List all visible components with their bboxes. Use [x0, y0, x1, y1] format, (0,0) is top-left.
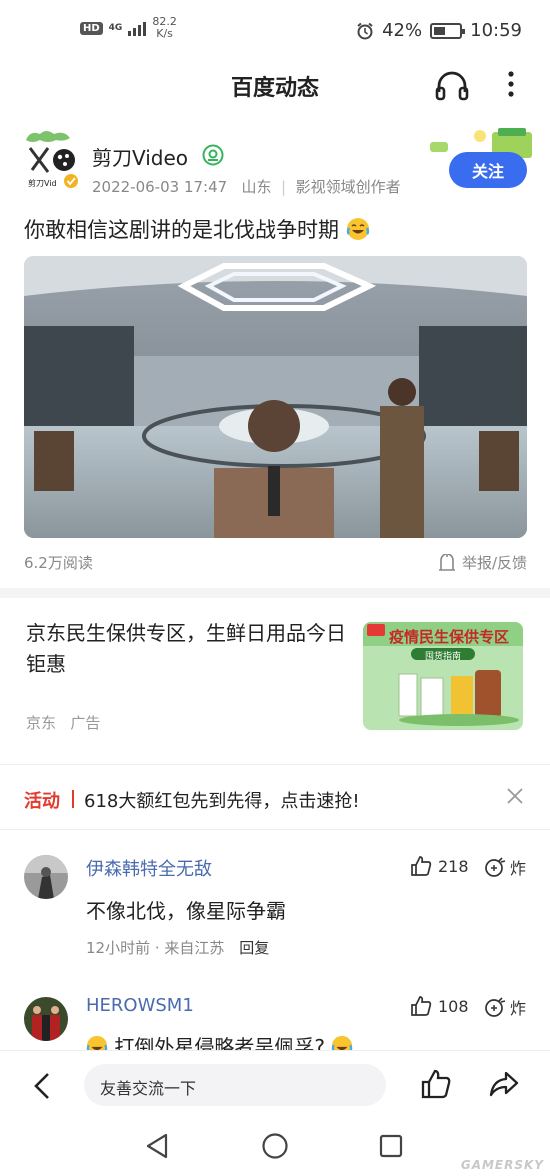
thumbs-up-icon[interactable]	[420, 1068, 452, 1100]
ad-text[interactable]: 京东民生保供专区，生鲜日用品今日钜惠	[26, 618, 346, 680]
system-nav-bar: GAMERSKY	[0, 1120, 550, 1176]
zha-label: 炸	[510, 999, 527, 1018]
network-speed: 82.2 K/s	[152, 16, 177, 40]
share-icon[interactable]	[488, 1068, 520, 1100]
nav-back-icon[interactable]	[144, 1132, 170, 1160]
app-header: 百度动态	[0, 62, 550, 118]
zha-label: 炸	[510, 859, 527, 878]
laughing-crying-emoji-icon	[346, 218, 369, 240]
post-title: 你敢相信这剧讲的是北伐战争时期	[24, 214, 370, 244]
commenter-avatar[interactable]	[24, 997, 68, 1041]
bomb-icon	[485, 997, 506, 1017]
comment-like-button[interactable]: 108	[410, 995, 469, 1017]
comment-location: 来自江苏	[164, 939, 225, 957]
close-icon[interactable]	[506, 787, 524, 805]
watermark: GAMERSKY	[460, 1158, 544, 1172]
bomb-icon	[485, 857, 506, 877]
comment-zha-button[interactable]: 炸	[484, 855, 526, 879]
author-meta: 2022-06-03 17:47 山东 | 影视领域创作者	[92, 176, 401, 197]
speed-unit: K/s	[156, 27, 173, 40]
alarm-icon	[357, 22, 373, 39]
nav-recents-icon[interactable]	[378, 1132, 404, 1160]
signal-icon	[128, 20, 147, 36]
reply-button[interactable]: 回复	[239, 939, 269, 957]
headphones-icon[interactable]	[434, 70, 470, 102]
nav-home-icon[interactable]	[261, 1132, 289, 1160]
comment-like-button[interactable]: 218	[410, 855, 469, 877]
network-type: 4G	[108, 22, 123, 33]
post-title-text: 你敢相信这剧讲的是北伐战争时期	[24, 218, 339, 242]
video-player[interactable]	[24, 256, 527, 538]
ad-image[interactable]: 疫情民生保供专区 囤货指南	[363, 622, 523, 730]
bottom-action-bar: 友善交流一下	[0, 1050, 550, 1120]
report-label: 举报/反馈	[461, 554, 527, 572]
report-icon	[438, 553, 455, 571]
status-right: 42% 10:59	[356, 20, 522, 41]
read-count: 6.2万阅读	[24, 554, 93, 572]
section-divider	[0, 588, 550, 598]
follow-button[interactable]: 关注	[449, 152, 527, 188]
like-count: 218	[438, 856, 469, 876]
post-date: 2022-06-03 17:47	[92, 178, 228, 196]
thumbs-up-icon	[411, 856, 432, 876]
status-left: HD 4G 82.2 K/s	[80, 16, 177, 40]
thumbs-up-icon	[411, 996, 432, 1016]
author-avatar[interactable]: 剪刀Vid	[20, 128, 82, 190]
svg-text:剪刀Vid: 剪刀Vid	[28, 178, 57, 188]
ad-tag: 广告	[70, 714, 101, 732]
commenter-avatar[interactable]	[24, 855, 68, 899]
hd-badge: HD	[80, 21, 103, 35]
meta-divider: |	[281, 178, 287, 196]
clock: 10:59	[470, 20, 522, 41]
post-stats: 6.2万阅读 举报/反馈	[24, 552, 527, 576]
report-feedback-button[interactable]: 举报/反馈	[438, 552, 527, 573]
more-vertical-icon[interactable]	[504, 70, 518, 100]
comment-input[interactable]: 友善交流一下	[84, 1064, 386, 1106]
comment-text: 不像北伐，像星际争霸	[86, 899, 286, 923]
verified-icon	[202, 144, 224, 166]
ad-image-banner: 疫情民生保供专区	[389, 628, 510, 646]
author-section: 剪刀Vid 剪刀Video 2022-06-03 17:47 山东 | 影视领域…	[0, 118, 550, 202]
commenter-name[interactable]: 伊森韩特全无敌	[86, 855, 212, 881]
ad-image-subtitle: 囤货指南	[425, 652, 462, 662]
battery-icon	[430, 22, 466, 39]
ad-meta: 京东 广告	[26, 712, 100, 733]
comment-meta: 12小时前 · 来自江苏 回复	[86, 939, 270, 957]
back-arrow-icon[interactable]	[30, 1071, 52, 1101]
comment-zha-button[interactable]: 炸	[484, 995, 526, 1019]
status-bar: HD 4G 82.2 K/s 42% 10:59	[0, 0, 550, 62]
promo-text[interactable]: 618大额红包先到先得，点击速抢!	[84, 787, 360, 813]
commenter-name[interactable]: HEROWSM1	[86, 995, 194, 1016]
comment-time: 12小时前	[86, 939, 151, 957]
post-location: 山东	[241, 178, 272, 196]
promo-banner[interactable]: 活动 618大额红包先到先得，点击速抢!	[0, 764, 550, 830]
ad-source[interactable]: 京东	[26, 714, 56, 732]
author-name[interactable]: 剪刀Video	[92, 142, 188, 171]
battery-percent: 42%	[382, 20, 423, 41]
promo-tag: 活动	[24, 791, 60, 812]
like-count: 108	[438, 996, 469, 1016]
promo-divider	[72, 790, 74, 808]
author-role: 影视领域创作者	[295, 178, 401, 196]
